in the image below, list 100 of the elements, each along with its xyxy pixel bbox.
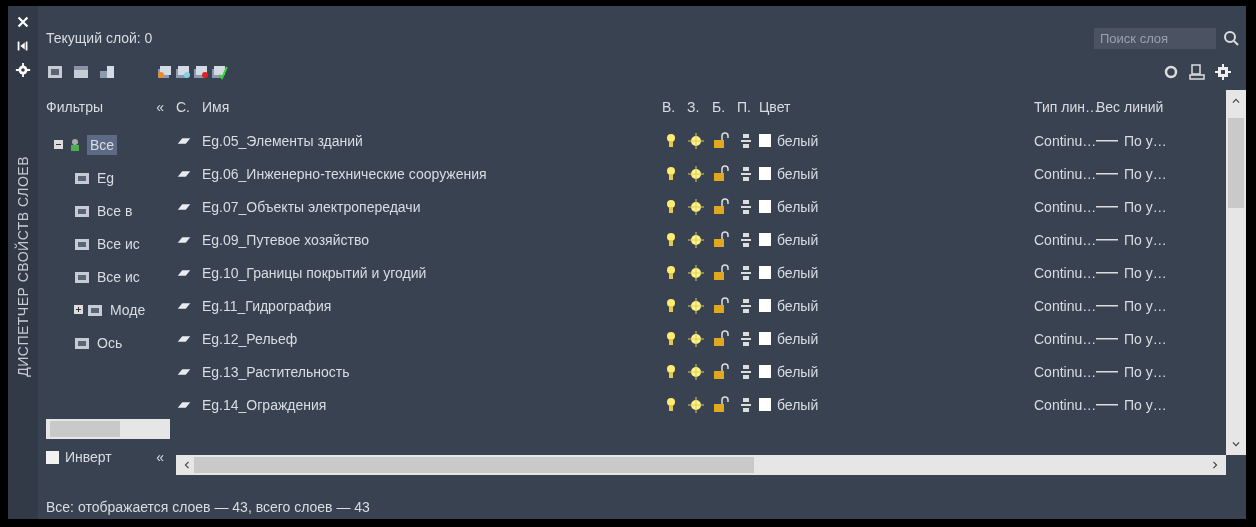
sun-icon[interactable] bbox=[687, 296, 705, 315]
filter-tree-item[interactable]: Все в bbox=[94, 200, 136, 221]
expand-box[interactable] bbox=[74, 305, 83, 314]
filters-label: Фильтры bbox=[46, 99, 104, 115]
set-current-icon[interactable] bbox=[210, 63, 228, 81]
linetype-cell[interactable]: Continu… bbox=[1034, 396, 1096, 413]
column-header[interactable]: Тип лин… bbox=[1034, 99, 1096, 115]
filter-tree-item[interactable]: Eg bbox=[94, 167, 118, 188]
column-header[interactable]: В. bbox=[662, 99, 687, 115]
sun-icon[interactable] bbox=[687, 329, 705, 348]
layer-states-icon[interactable] bbox=[98, 63, 116, 81]
layer-name[interactable]: Eg.14_Ограждения bbox=[202, 396, 662, 413]
linetype-cell[interactable]: Continu… bbox=[1034, 165, 1096, 182]
search-icon[interactable] bbox=[1222, 29, 1240, 47]
current-layer-label: Текущий слой: 0 bbox=[46, 30, 153, 46]
lock-open-icon[interactable] bbox=[712, 230, 730, 249]
layer-color[interactable]: белый bbox=[759, 165, 1034, 182]
column-header[interactable]: П. bbox=[737, 99, 759, 115]
invert-label: Инверт bbox=[65, 449, 112, 465]
column-header[interactable]: Имя bbox=[202, 99, 662, 115]
linetype-cell[interactable]: Continu… bbox=[1034, 231, 1096, 248]
lineweight-cell[interactable]: По у… bbox=[1096, 396, 1226, 413]
column-header[interactable]: З. bbox=[687, 99, 712, 115]
layer-name[interactable]: Eg.07_Объекты электропередачи bbox=[202, 198, 662, 215]
lineweight-cell[interactable]: По у… bbox=[1096, 297, 1226, 314]
collapse-filters-button[interactable]: « bbox=[156, 99, 164, 115]
layer-color[interactable]: белый bbox=[759, 297, 1034, 314]
lock-open-icon[interactable] bbox=[712, 362, 730, 381]
lineweight-cell[interactable]: По у… bbox=[1096, 198, 1226, 215]
layer-color[interactable]: белый bbox=[759, 363, 1034, 380]
layer-color[interactable]: белый bbox=[759, 264, 1034, 281]
layer-name[interactable]: Eg.10_Границы покрытий и угодий bbox=[202, 264, 662, 281]
linetype-cell[interactable]: Continu… bbox=[1034, 297, 1096, 314]
layer-color[interactable]: белый bbox=[759, 396, 1034, 413]
collapse-box[interactable] bbox=[54, 140, 63, 149]
sun-icon[interactable] bbox=[687, 230, 705, 249]
group-filter-icon[interactable] bbox=[72, 63, 90, 81]
layer-name[interactable]: Eg.11_Гидрография bbox=[202, 297, 662, 314]
filter-tree-item[interactable]: Все ис bbox=[94, 233, 143, 254]
column-header[interactable]: Цвет bbox=[759, 99, 1034, 115]
invert-checkbox[interactable] bbox=[46, 450, 59, 464]
lock-open-icon[interactable] bbox=[712, 329, 730, 348]
layer-color[interactable]: белый bbox=[759, 330, 1034, 347]
filter-tree-item[interactable]: Моде bbox=[107, 299, 149, 320]
filter-tree-item[interactable]: Все ис bbox=[94, 266, 143, 287]
lock-open-icon[interactable] bbox=[712, 131, 730, 150]
line-sample-icon bbox=[1096, 205, 1118, 208]
new-layer-icon[interactable] bbox=[156, 63, 174, 81]
linetype-cell[interactable]: Continu… bbox=[1034, 330, 1096, 347]
lineweight-cell[interactable]: По у… bbox=[1096, 330, 1226, 347]
scrollbar-thumb[interactable] bbox=[194, 457, 754, 473]
lineweight-cell[interactable]: По у… bbox=[1096, 132, 1226, 149]
filter-tree-item[interactable]: Все bbox=[87, 134, 118, 155]
layer-name[interactable]: Eg.06_Инженерно-технические сооружения bbox=[202, 165, 662, 182]
filter-icon bbox=[74, 236, 90, 251]
lock-open-icon[interactable] bbox=[712, 263, 730, 282]
lock-open-icon[interactable] bbox=[712, 164, 730, 183]
horizontal-scrollbar[interactable] bbox=[176, 455, 1226, 475]
scrollbar-thumb[interactable] bbox=[1228, 118, 1244, 208]
linetype-cell[interactable]: Continu… bbox=[1034, 198, 1096, 215]
lock-open-icon[interactable] bbox=[712, 197, 730, 216]
new-filter-icon[interactable] bbox=[46, 63, 64, 81]
linetype-cell[interactable]: Continu… bbox=[1034, 132, 1096, 149]
lineweight-cell[interactable]: По у… bbox=[1096, 165, 1226, 182]
layer-name[interactable]: Eg.12_Рельеф bbox=[202, 330, 662, 347]
linetype-cell[interactable]: Continu… bbox=[1034, 264, 1096, 281]
scrollbar-thumb[interactable] bbox=[50, 421, 120, 437]
column-header[interactable]: Б. bbox=[712, 99, 737, 115]
filter-tree-item[interactable]: Ось bbox=[94, 332, 126, 353]
linetype-cell[interactable]: Continu… bbox=[1034, 363, 1096, 380]
layer-name[interactable]: Eg.13_Растительность bbox=[202, 363, 662, 380]
collapse-filters-button[interactable]: « bbox=[156, 449, 164, 465]
line-sample-icon bbox=[1096, 403, 1118, 406]
line-sample-icon bbox=[1096, 172, 1118, 175]
layer-color[interactable]: белый bbox=[759, 132, 1034, 149]
sun-icon[interactable] bbox=[687, 131, 705, 150]
column-header[interactable]: Вес линий bbox=[1096, 99, 1226, 115]
layer-color[interactable]: белый bbox=[759, 198, 1034, 215]
layer-name[interactable]: Eg.05_Элементы зданий bbox=[202, 132, 662, 149]
lineweight-cell[interactable]: По у… bbox=[1096, 363, 1226, 380]
lock-open-icon[interactable] bbox=[712, 395, 730, 414]
column-header[interactable]: С. bbox=[176, 99, 202, 115]
line-sample-icon bbox=[1096, 139, 1118, 142]
new-layer-frozen-icon[interactable] bbox=[174, 63, 192, 81]
horizontal-scrollbar[interactable] bbox=[46, 419, 170, 439]
close-icon[interactable] bbox=[15, 14, 31, 30]
sun-icon[interactable] bbox=[687, 395, 705, 414]
line-sample-icon bbox=[1096, 304, 1118, 307]
search-field[interactable]: Поиск слоя bbox=[1094, 27, 1216, 49]
delete-layer-icon[interactable] bbox=[192, 63, 210, 81]
lineweight-cell[interactable]: По у… bbox=[1096, 231, 1226, 248]
layer-color[interactable]: белый bbox=[759, 231, 1034, 248]
vertical-scrollbar[interactable] bbox=[1226, 90, 1246, 455]
sun-icon[interactable] bbox=[687, 263, 705, 282]
lineweight-cell[interactable]: По у… bbox=[1096, 264, 1226, 281]
sun-icon[interactable] bbox=[687, 362, 705, 381]
sun-icon[interactable] bbox=[687, 164, 705, 183]
layer-name[interactable]: Eg.09_Путевое хозяйство bbox=[202, 231, 662, 248]
lock-open-icon[interactable] bbox=[712, 296, 730, 315]
sun-icon[interactable] bbox=[687, 197, 705, 216]
